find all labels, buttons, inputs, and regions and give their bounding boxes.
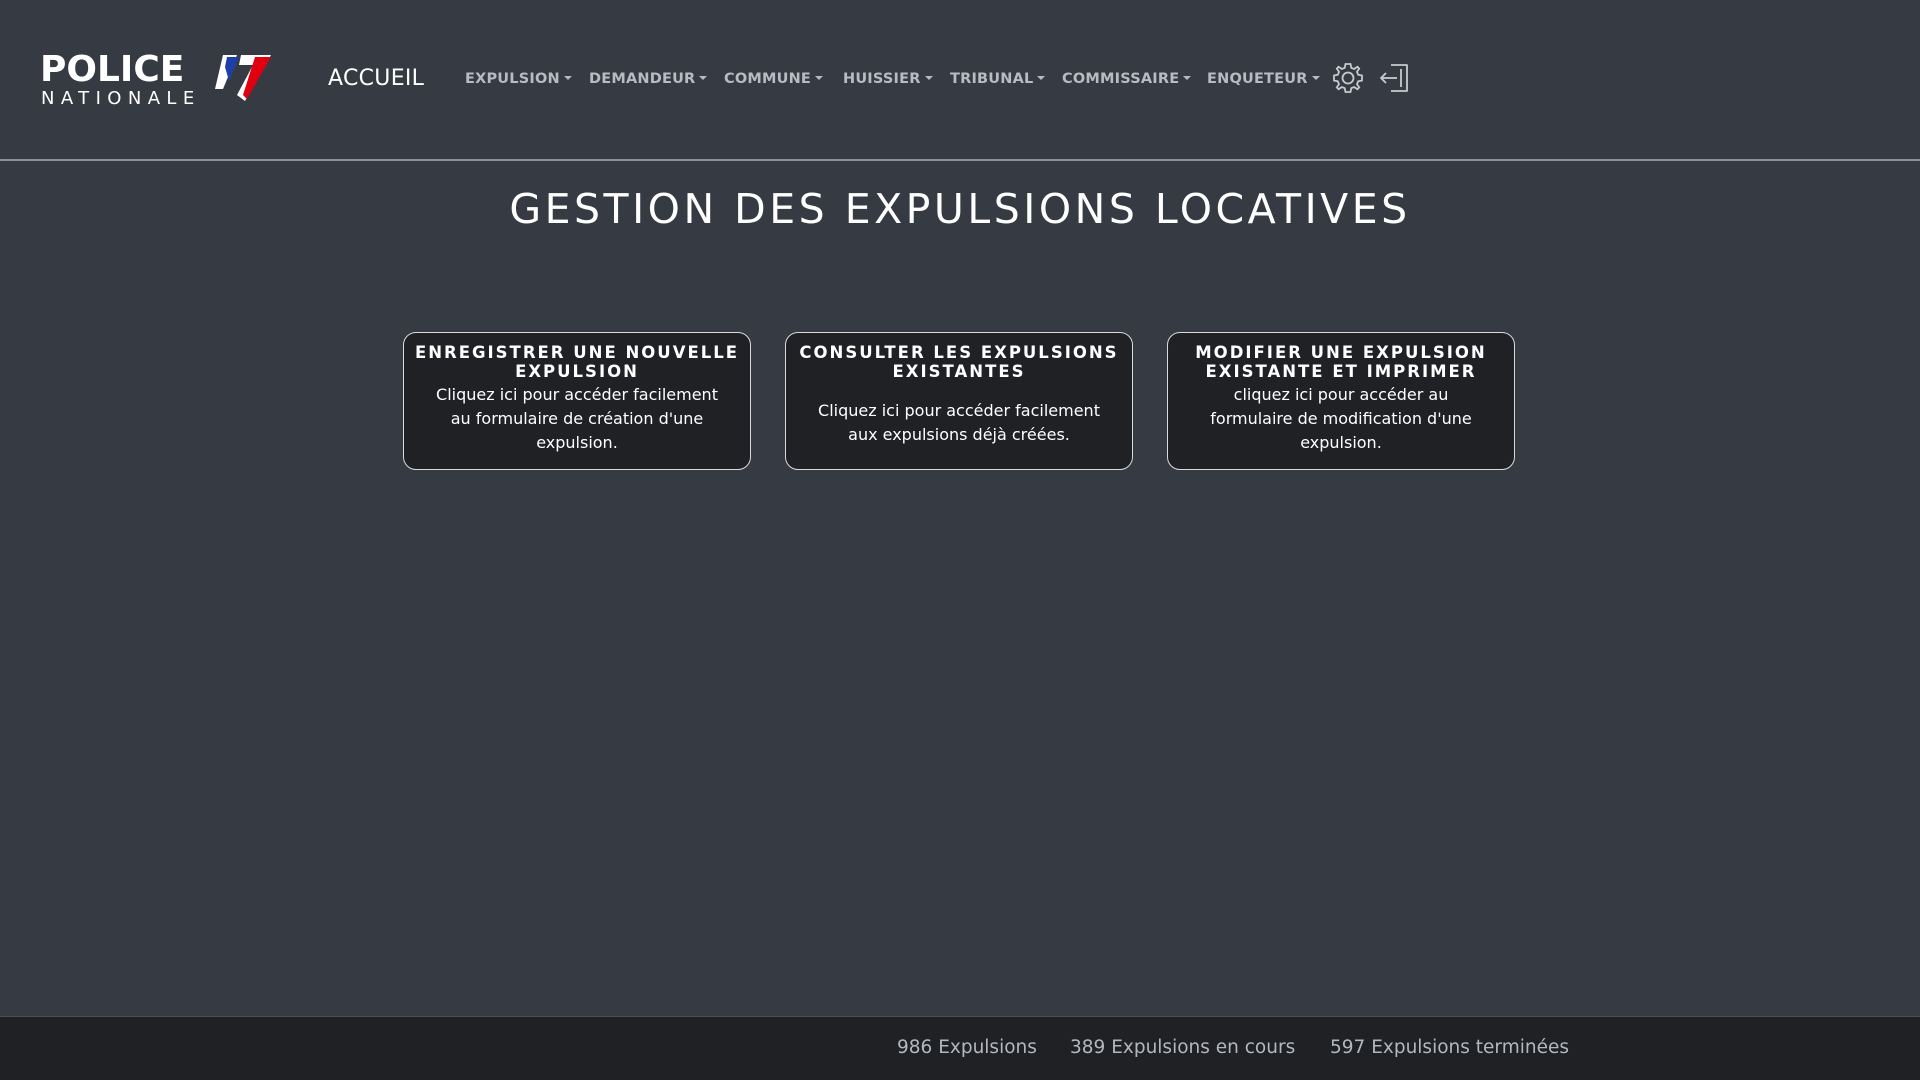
- card-description-line: formulaire de modification d'une: [1210, 409, 1472, 428]
- page: POLICE NATIONALE ACCUEIL EXPULSION DEMAN…: [0, 0, 1920, 1080]
- stat-expulsions-finished: 597 Expulsions terminées: [1330, 1037, 1569, 1058]
- stat-total-expulsions: 986 Expulsions: [897, 1037, 1037, 1058]
- card-title: CONSULTER LES EXPULSIONS EXISTANTES: [796, 343, 1122, 381]
- caret-down-icon: [924, 76, 933, 80]
- card-description-line: Cliquez ici pour accéder facilement: [436, 385, 718, 404]
- card-new-expulsion[interactable]: ENREGISTRER UNE NOUVELLE EXPULSION Cliqu…: [403, 332, 751, 470]
- nav-menu-expulsion[interactable]: EXPULSION: [465, 71, 572, 87]
- caret-down-icon: [1311, 76, 1320, 80]
- card-description-line: au formulaire de création d'une: [450, 409, 704, 428]
- card-description-line: Cliquez ici pour accéder facilement: [818, 401, 1100, 420]
- nav-menu-demandeur-label: DEMANDEUR: [589, 71, 696, 87]
- card-description-line: expulsion.: [536, 433, 618, 452]
- nav-menu-commissaire[interactable]: COMMISSAIRE: [1062, 71, 1192, 87]
- card-description: cliquez ici pour accéder au formulaire d…: [1180, 383, 1502, 455]
- card-description-line: cliquez ici pour accéder au: [1233, 385, 1449, 404]
- police-nationale-logo[interactable]: POLICE NATIONALE: [38, 49, 273, 110]
- card-title-line: CONSULTER LES EXPULSIONS: [799, 343, 1119, 362]
- nav-menu-tribunal[interactable]: TRIBUNAL: [950, 71, 1046, 87]
- nav-menu-expulsion-label: EXPULSION: [465, 71, 560, 87]
- caret-down-icon: [1037, 76, 1046, 80]
- card-title-line: EXPULSION: [515, 362, 639, 381]
- navbar: POLICE NATIONALE ACCUEIL EXPULSION DEMAN…: [0, 0, 1920, 161]
- nav-menu-enqueteur[interactable]: ENQUETEUR: [1207, 71, 1320, 87]
- footer-stats-bar: 986 Expulsions 389 Expulsions en cours 5…: [0, 1016, 1920, 1080]
- card-title-line: ENREGISTRER UNE NOUVELLE: [414, 343, 740, 362]
- card-title: ENREGISTRER UNE NOUVELLE EXPULSION: [414, 343, 740, 381]
- logo-text-nationale: NATIONALE: [41, 88, 201, 109]
- logo-text-police: POLICE: [40, 49, 185, 90]
- logout-button[interactable]: [1378, 60, 1412, 96]
- nav-menu-huissier-label: HUISSIER: [843, 71, 921, 87]
- nav-menu-enqueteur-label: ENQUETEUR: [1207, 71, 1308, 87]
- nav-menu-huissier[interactable]: HUISSIER: [843, 71, 933, 87]
- nav-menu-commune[interactable]: COMMUNE: [724, 71, 824, 87]
- logout-icon: [1380, 64, 1408, 92]
- nav-menu-demandeur[interactable]: DEMANDEUR: [589, 71, 708, 87]
- stat-expulsions-in-progress: 389 Expulsions en cours: [1070, 1037, 1296, 1058]
- nav-menu-commissaire-label: COMMISSAIRE: [1062, 71, 1180, 87]
- nav-menu-commune-label: COMMUNE: [724, 71, 812, 87]
- logo-flag-icon: [215, 55, 271, 101]
- caret-down-icon: [699, 76, 708, 80]
- card-description: Cliquez ici pour accéder facilement aux …: [798, 399, 1120, 447]
- caret-down-icon: [563, 76, 572, 80]
- card-title: MODIFIER UNE EXPULSION EXISTANTE ET IMPR…: [1178, 343, 1504, 381]
- card-title-line: MODIFIER UNE EXPULSION: [1195, 343, 1487, 362]
- gear-icon: [1333, 63, 1363, 93]
- card-description-line: expulsion.: [1300, 433, 1382, 452]
- nav-home-link[interactable]: ACCUEIL: [328, 66, 424, 91]
- card-description-line: aux expulsions déjà créées.: [848, 425, 1070, 444]
- page-title: GESTION DES EXPULSIONS LOCATIVES: [509, 185, 1411, 233]
- caret-down-icon: [1183, 76, 1192, 80]
- card-consult-expulsions[interactable]: CONSULTER LES EXPULSIONS EXISTANTES Cliq…: [785, 332, 1133, 470]
- settings-button[interactable]: [1331, 60, 1365, 96]
- nav-menu-tribunal-label: TRIBUNAL: [950, 71, 1034, 87]
- caret-down-icon: [815, 76, 824, 80]
- card-description: Cliquez ici pour accéder facilement au f…: [416, 383, 738, 455]
- card-title-line: EXISTANTE ET IMPRIMER: [1205, 362, 1477, 381]
- card-title-line: EXISTANTES: [892, 362, 1026, 381]
- card-modify-print-expulsion[interactable]: MODIFIER UNE EXPULSION EXISTANTE ET IMPR…: [1167, 332, 1515, 470]
